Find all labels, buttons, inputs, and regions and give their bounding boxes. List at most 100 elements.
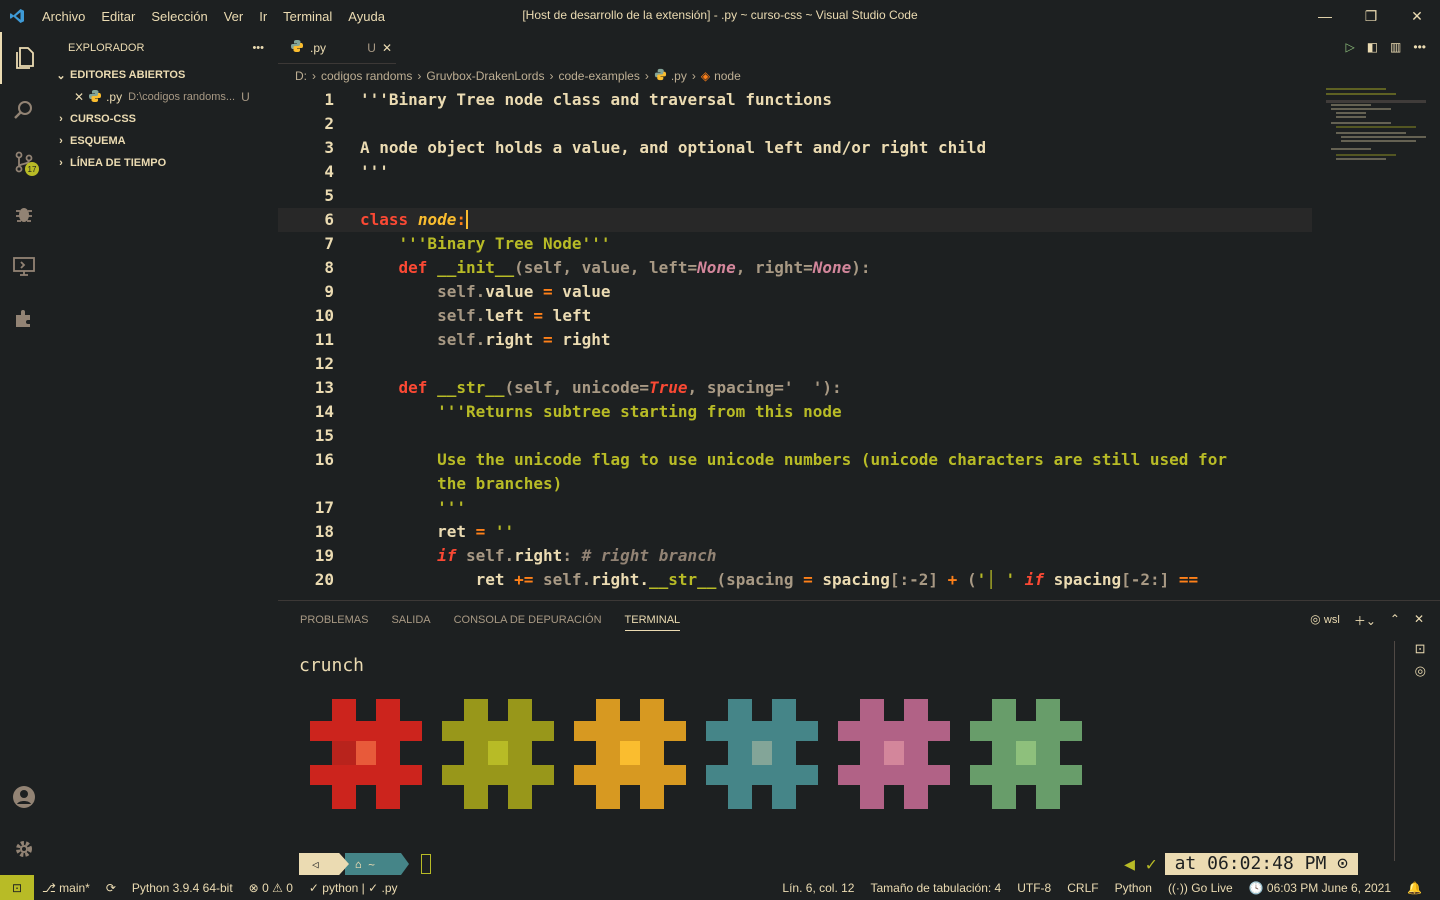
new-terminal-icon[interactable]: ＋⌄	[1354, 612, 1376, 629]
menu-terminal[interactable]: Terminal	[275, 9, 340, 24]
status-bar: ⊡ ⎇ main* ⟳ Python 3.9.4 64-bit ⊗ 0 ⚠ 0 …	[0, 875, 1440, 900]
remote-indicator-icon[interactable]: ⊡	[0, 875, 34, 900]
encoding[interactable]: UTF-8	[1009, 881, 1059, 895]
sync-icon[interactable]: ⟳	[98, 881, 124, 895]
restore-icon[interactable]: ❐	[1348, 0, 1394, 32]
run-icon[interactable]: ▷	[1345, 40, 1354, 54]
breadcrumb-item[interactable]: node	[714, 69, 741, 83]
remote-explorer-icon[interactable]	[0, 240, 48, 292]
open-file-item[interactable]: ✕ .py D:\codigos randoms... U	[48, 86, 278, 108]
menu-seleccion[interactable]: Selección	[143, 9, 215, 24]
tab-status: U	[367, 40, 376, 55]
end-of-line[interactable]: CRLF	[1059, 881, 1106, 895]
shell-label: wsl	[1323, 614, 1340, 626]
svg-text:⌂ ~: ⌂ ~	[355, 858, 375, 871]
breadcrumb-item[interactable]: Gruvbox-DrakenLords	[426, 69, 544, 83]
crunch-logos	[310, 699, 1082, 809]
more-actions-icon[interactable]: •••	[1413, 40, 1426, 54]
clock: 🕓 06:03 PM June 6, 2021	[1248, 880, 1392, 895]
tab-debug-console[interactable]: CONSOLA DE DEPURACIÓN	[454, 610, 602, 630]
menu-ir[interactable]: Ir	[251, 9, 275, 24]
breadcrumb-item[interactable]: D:	[295, 69, 307, 83]
window-controls: — ❐ ✕	[1302, 0, 1440, 32]
status-ok-icon: ◀ ✓	[1124, 853, 1157, 875]
ubuntu-icon: ◎	[1310, 612, 1321, 626]
breadcrumb-item[interactable]: codigos randoms	[321, 69, 412, 83]
close-tab-icon[interactable]: ✕	[382, 41, 392, 55]
extensions-icon[interactable]	[0, 292, 48, 344]
cursor-position[interactable]: Lín. 6, col. 12	[774, 881, 862, 895]
code-line: the branches)	[437, 474, 563, 493]
open-editors-section[interactable]: ⌄ EDITORES ABIERTOS	[48, 64, 278, 86]
language-mode[interactable]: Python	[1107, 881, 1160, 895]
code-editor[interactable]: 1 '''Binary Tree node class and traversal…	[278, 88, 1428, 600]
hash-logo-yellow	[442, 699, 554, 809]
timeline-section[interactable]: › LÍNEA DE TIEMPO	[48, 152, 278, 174]
linter-status[interactable]: ✓ python | ✓ .py	[301, 881, 406, 895]
tab-label: .py	[310, 40, 327, 55]
breadcrumb-item[interactable]: .py	[671, 69, 687, 83]
more-actions-icon[interactable]: •••	[252, 42, 264, 54]
debug-icon[interactable]	[0, 188, 48, 240]
code-line: 2	[324, 114, 334, 133]
close-panel-icon[interactable]: ✕	[1414, 612, 1424, 629]
problems-indicator[interactable]: ⊗ 0 ⚠ 0	[241, 881, 301, 895]
split-compare-icon[interactable]: ◧	[1367, 40, 1378, 54]
code-line: 5	[324, 186, 334, 205]
python-interpreter[interactable]: Python 3.9.4 64-bit	[124, 881, 241, 895]
minimap[interactable]	[1326, 88, 1426, 168]
tab-problems[interactable]: PROBLEMAS	[300, 610, 368, 630]
menu-ver[interactable]: Ver	[216, 9, 252, 24]
chevron-right-icon: ›	[59, 157, 63, 169]
error-icon: ⊗	[248, 880, 259, 895]
breadcrumb-item[interactable]: code-examples	[558, 69, 639, 83]
python-file-icon	[290, 39, 304, 56]
python-file-icon	[654, 68, 667, 84]
editor-tab-py[interactable]: .py U ✕	[278, 32, 396, 64]
curso-css-section[interactable]: › CURSO-CSS	[48, 108, 278, 130]
search-icon[interactable]	[0, 84, 48, 136]
code-line: 18 ret = ''	[314, 522, 515, 541]
clock-icon: 🕓	[1248, 880, 1264, 895]
code-line: 14 '''Returns subtree starting from this…	[314, 402, 842, 421]
menu-ayuda[interactable]: Ayuda	[340, 9, 393, 24]
activity-bottom	[0, 771, 48, 875]
menu-editar[interactable]: Editar	[93, 9, 143, 24]
settings-gear-icon[interactable]	[0, 823, 48, 875]
code-line: 12	[314, 354, 334, 373]
outline-section[interactable]: › ESQUEMA	[48, 130, 278, 152]
explorer-title: EXPLORADOR	[68, 42, 145, 54]
tab-output[interactable]: SALIDA	[391, 610, 430, 630]
explorer-header: EXPLORADOR •••	[48, 32, 278, 64]
tab-terminal[interactable]: TERMINAL	[624, 610, 681, 631]
explorer-icon[interactable]	[0, 32, 48, 84]
terminal-instance-icon[interactable]: ⊡	[1415, 641, 1426, 657]
menu-archivo[interactable]: Archivo	[34, 9, 93, 24]
source-control-icon[interactable]: 17	[0, 136, 48, 188]
terminal-list: ⊡ ◎	[1415, 641, 1426, 679]
vscode-logo-icon	[0, 0, 34, 32]
code-line: 10 self.left = left	[314, 306, 592, 325]
code-line: 3A node object holds a value, and option…	[324, 138, 987, 157]
tab-size[interactable]: Tamaño de tabulación: 4	[862, 881, 1009, 895]
branch-indicator[interactable]: ⎇ main*	[34, 881, 98, 895]
go-live-button[interactable]: ((·)) Go Live	[1160, 881, 1241, 895]
close-icon[interactable]: ✕	[1394, 0, 1440, 32]
breadcrumb: D: › codigos randoms › Gruvbox-DrakenLords…	[295, 68, 741, 84]
terminal-shell-selector[interactable]: ◎ wsl	[1310, 612, 1340, 629]
broadcast-icon: ((·))	[1167, 880, 1188, 895]
open-file-name: .py	[106, 90, 123, 104]
terminal-cursor	[421, 854, 431, 874]
panel-tabs: PROBLEMAS SALIDA CONSOLA DE DEPURACIÓN T…	[278, 601, 1440, 639]
minimize-icon[interactable]: —	[1302, 0, 1348, 32]
split-editor-icon[interactable]: ▥	[1390, 40, 1401, 54]
hash-logo-teal	[706, 699, 818, 809]
account-icon[interactable]	[0, 771, 48, 823]
explorer-sidebar: EXPLORADOR ••• ⌄ EDITORES ABIERTOS ✕ .py …	[48, 32, 278, 875]
notifications-bell-icon[interactable]: 🔔	[1399, 881, 1430, 895]
scm-badge: 17	[25, 162, 39, 176]
maximize-panel-icon[interactable]: ⌃	[1390, 612, 1400, 629]
close-editor-icon[interactable]: ✕	[74, 90, 84, 104]
ubuntu-icon[interactable]: ◎	[1415, 663, 1426, 679]
warning-icon: ⚠	[272, 880, 283, 895]
